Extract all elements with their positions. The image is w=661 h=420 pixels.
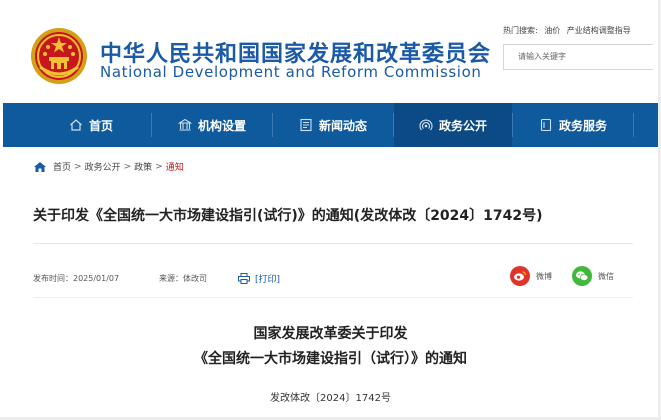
breadcrumb-policy[interactable]: 政策 (134, 160, 152, 173)
publish-date: 发布时间：2025/01/07 (33, 274, 120, 283)
hot-search-link[interactable]: 产业结构调整指导 (567, 26, 631, 35)
search-input[interactable]: 请输入关键字 (503, 44, 653, 70)
breadcrumb: 首页 > 政务公开 > 政策 > 通知 (33, 160, 184, 173)
weibo-icon (510, 266, 530, 286)
document-number: 发改体改〔2024〕1742号 (270, 393, 391, 404)
breadcrumb-separator: > (74, 161, 82, 172)
divider (33, 297, 633, 298)
document-heading: 国家发展改革委关于印发 (253, 326, 408, 342)
nav-item-label: 政务服务 (558, 118, 607, 133)
weibo-glyph (514, 271, 527, 281)
nav-item-home[interactable]: 首页 (31, 103, 151, 147)
share-wechat[interactable]: 微信 (572, 266, 614, 286)
national-emblem-logo[interactable] (30, 27, 88, 85)
share-label: 微信 (598, 271, 614, 281)
hot-search: 热门搜索: 油价 产业结构调整指导 (503, 25, 635, 36)
page-title: 关于印发《全国统一大市场建设指引(试行)》的通知(发改体改〔2024〕1742号… (33, 208, 543, 224)
wechat-icon (572, 266, 592, 286)
news-icon (300, 118, 312, 132)
nav-item-gov-affairs[interactable]: 政务公开 (394, 103, 512, 147)
document-icon (540, 118, 552, 132)
hot-search-link[interactable]: 油价 (544, 26, 560, 35)
nav-item-news[interactable]: 新闻动态 (273, 103, 393, 147)
home-icon (70, 119, 82, 131)
breadcrumb-current[interactable]: 通知 (166, 160, 184, 173)
share-weibo[interactable]: 微博 (510, 266, 552, 286)
nav-item-organization[interactable]: 机构设置 (152, 103, 272, 147)
nav-divider (633, 113, 634, 137)
breadcrumb-separator: > (123, 161, 132, 172)
share-label: 微博 (536, 271, 552, 281)
nav-item-gov-services[interactable]: 政务服务 (513, 103, 633, 147)
document-heading: 《全国统一大市场建设指引（试行）》的通知 (194, 351, 467, 367)
nav-item-label: 首页 (88, 118, 113, 133)
breadcrumb-separator: > (155, 161, 163, 172)
site-name-en[interactable]: National Development and Reform Commissi… (100, 63, 481, 81)
broadcast-icon (419, 119, 433, 131)
main-nav: 首页 机构设置 新闻动态 政务公开 政务服务 (3, 103, 658, 147)
print-button[interactable]: [打印] (238, 272, 280, 285)
nav-item-label: 机构设置 (197, 118, 246, 133)
home-icon[interactable] (33, 161, 47, 173)
breadcrumb-gov-affairs[interactable]: 政务公开 (85, 160, 121, 173)
print-label: [打印] (255, 275, 281, 285)
breadcrumb-home[interactable]: 首页 (53, 160, 71, 173)
printer-icon (238, 273, 250, 284)
building-icon (177, 118, 192, 131)
article-source: 来源：体改司 (159, 274, 207, 283)
hot-search-label: 热门搜索: (503, 26, 538, 35)
divider (33, 243, 633, 244)
site-header: 中华人民共和国国家发展和改革委员会 National Development a… (0, 0, 661, 103)
nav-item-label: 新闻动态 (318, 118, 367, 133)
wechat-glyph (576, 271, 589, 281)
nav-item-label: 政务公开 (438, 118, 487, 133)
